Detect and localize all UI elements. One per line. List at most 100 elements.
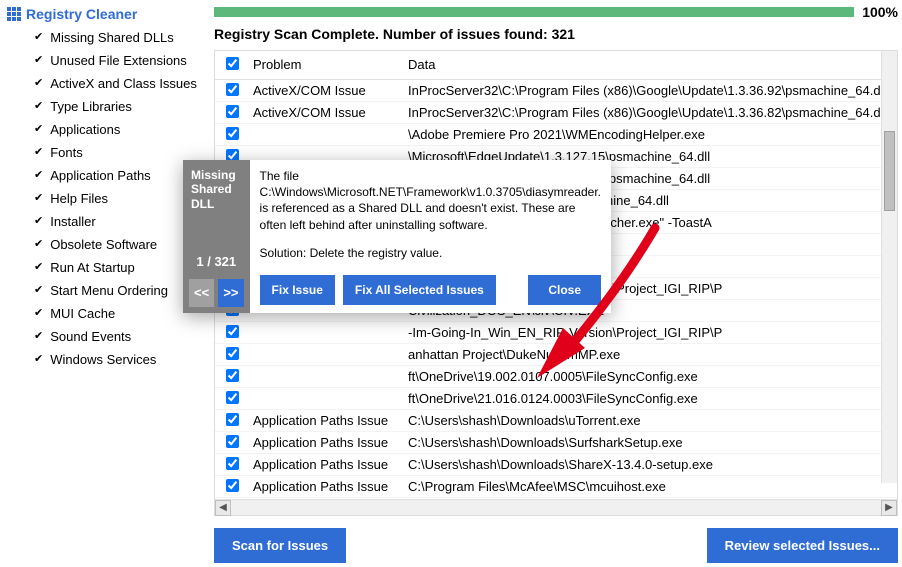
scroll-left-icon[interactable]: ◀ xyxy=(215,500,231,516)
cell-problem: ActiveX/COM Issue xyxy=(249,105,404,120)
sidebar-item-label: MUI Cache xyxy=(50,304,115,323)
cell-data: InProcServer32\C:\Program Files (x86)\Go… xyxy=(404,105,897,120)
issue-dialog: Missing Shared DLL 1 / 321 << >> The fil… xyxy=(183,160,611,313)
sidebar-item-label: Applications xyxy=(50,120,120,139)
check-icon: ✔ xyxy=(34,281,43,300)
next-button[interactable]: >> xyxy=(218,279,243,307)
row-checkbox[interactable] xyxy=(226,83,239,96)
sidebar-item[interactable]: ✔ Obsolete Software xyxy=(6,233,202,256)
table-row[interactable]: Application Paths IssueC:\Users\shash\Do… xyxy=(215,432,897,454)
row-checkbox[interactable] xyxy=(226,347,239,360)
scroll-right-icon[interactable]: ▶ xyxy=(881,500,897,516)
check-icon: ✔ xyxy=(34,327,43,346)
sidebar-item-label: ActiveX and Class Issues xyxy=(50,74,197,93)
horizontal-scrollbar[interactable]: ◀ ▶ xyxy=(215,499,897,515)
row-checkbox[interactable] xyxy=(226,435,239,448)
cell-problem: Application Paths Issue xyxy=(249,413,404,428)
sidebar-item-label: Run At Startup xyxy=(50,258,135,277)
vertical-scrollbar[interactable] xyxy=(881,51,897,483)
cell-data: -Im-Going-In_Win_EN_RIP-Version\Project_… xyxy=(404,325,897,340)
check-icon: ✔ xyxy=(34,51,43,70)
review-button[interactable]: Review selected Issues... xyxy=(707,528,898,563)
sidebar: Registry Cleaner ✔Missing Shared DLLs✔Un… xyxy=(0,0,210,567)
sidebar-item[interactable]: ✔Missing Shared DLLs xyxy=(6,26,202,49)
row-checkbox[interactable] xyxy=(226,457,239,470)
close-button[interactable]: Close xyxy=(528,275,601,305)
sidebar-item[interactable]: ✔ MUI Cache xyxy=(6,302,202,325)
sidebar-item[interactable]: ✔Type Libraries xyxy=(6,95,202,118)
table-row[interactable]: -Im-Going-In_Win_EN_RIP-Version\Project_… xyxy=(215,322,897,344)
table-row[interactable]: anhattan Project\DukeNukemMP.exe xyxy=(215,344,897,366)
cell-problem: Application Paths Issue xyxy=(249,435,404,450)
fix-issue-button[interactable]: Fix Issue xyxy=(260,275,335,305)
cell-data: C:\Program Files\McAfee\MSC\mcuihost.exe xyxy=(404,479,897,494)
check-icon: ✔ xyxy=(34,189,43,208)
cell-data: C:\Users\shash\Downloads\uTorrent.exe xyxy=(404,413,897,428)
column-data[interactable]: Data xyxy=(404,51,897,79)
sidebar-item-label: Windows Services xyxy=(50,350,156,369)
column-problem[interactable]: Problem xyxy=(249,51,404,79)
sidebar-title-text: Registry Cleaner xyxy=(26,6,137,22)
check-icon: ✔ xyxy=(34,28,43,47)
sidebar-item[interactable]: ✔ Unused File Extensions xyxy=(6,49,202,72)
select-all-checkbox[interactable] xyxy=(226,57,239,70)
scan-summary: Registry Scan Complete. Number of issues… xyxy=(214,20,898,50)
check-icon: ✔ xyxy=(34,258,43,277)
sidebar-item-label: Help Files xyxy=(50,189,108,208)
table-row[interactable]: ActiveX/COM IssueInProcServer32\C:\Progr… xyxy=(215,102,897,124)
table-row[interactable]: Application Paths IssueC:\Users\shash\Do… xyxy=(215,454,897,476)
sidebar-item-label: Unused File Extensions xyxy=(50,51,187,70)
sidebar-item-label: Start Menu Ordering xyxy=(50,281,168,300)
fix-all-button[interactable]: Fix All Selected Issues xyxy=(343,275,496,305)
row-checkbox[interactable] xyxy=(226,127,239,140)
sidebar-item-label: Installer xyxy=(50,212,96,231)
sidebar-item[interactable]: ✔ Sound Events xyxy=(6,325,202,348)
row-checkbox[interactable] xyxy=(226,369,239,382)
sidebar-item[interactable]: ✔ Applications xyxy=(6,118,202,141)
row-checkbox[interactable] xyxy=(226,391,239,404)
sidebar-item[interactable]: ✔ Help Files xyxy=(6,187,202,210)
check-icon: ✔ xyxy=(34,304,43,323)
progress-percent: 100% xyxy=(862,4,898,20)
sidebar-item[interactable]: ✔ Fonts xyxy=(6,141,202,164)
check-icon: ✔ xyxy=(34,212,43,231)
sidebar-title[interactable]: Registry Cleaner xyxy=(6,6,202,22)
table-row[interactable]: \Adobe Premiere Pro 2021\WMEncodingHelpe… xyxy=(215,124,897,146)
table-row[interactable]: Application Paths IssueC:\Program Files\… xyxy=(215,476,897,498)
check-icon: ✔ xyxy=(34,235,43,254)
sidebar-item[interactable]: ✔ Run At Startup xyxy=(6,256,202,279)
table-header: Problem Data xyxy=(215,51,897,80)
sidebar-item-label: Obsolete Software xyxy=(50,235,157,254)
sidebar-item-label: Application Paths xyxy=(50,166,150,185)
cell-data: C:\Users\shash\Downloads\SurfsharkSetup.… xyxy=(404,435,897,450)
dialog-text: The file C:\Windows\Microsoft.NET\Framew… xyxy=(260,168,601,261)
sidebar-item[interactable]: ✔ Windows Services xyxy=(6,348,202,371)
row-checkbox[interactable] xyxy=(226,325,239,338)
sidebar-item-label: Type Libraries xyxy=(50,97,132,116)
check-icon: ✔ xyxy=(34,120,43,139)
sidebar-item[interactable]: ✔ Start Menu Ordering xyxy=(6,279,202,302)
check-icon: ✔ xyxy=(34,143,43,162)
cell-problem: Application Paths Issue xyxy=(249,479,404,494)
grid-icon xyxy=(6,6,22,22)
table-row[interactable]: ft\OneDrive\19.002.0107.0005\FileSyncCon… xyxy=(215,366,897,388)
sidebar-item-label: Sound Events xyxy=(50,327,131,346)
cell-problem: Application Paths Issue xyxy=(249,457,404,472)
row-checkbox[interactable] xyxy=(226,479,239,492)
sidebar-item[interactable]: ✔ Application Paths xyxy=(6,164,202,187)
sidebar-item[interactable]: ✔ Installer xyxy=(6,210,202,233)
cell-data: ft\OneDrive\21.016.0124.0003\FileSyncCon… xyxy=(404,391,897,406)
sidebar-item-label: Fonts xyxy=(50,143,83,162)
row-checkbox[interactable] xyxy=(226,105,239,118)
table-row[interactable]: ActiveX/COM IssueInProcServer32\C:\Progr… xyxy=(215,80,897,102)
prev-button[interactable]: << xyxy=(189,279,214,307)
scan-button[interactable]: Scan for Issues xyxy=(214,528,346,563)
table-row[interactable]: ft\OneDrive\21.016.0124.0003\FileSyncCon… xyxy=(215,388,897,410)
check-icon: ✔ xyxy=(34,166,43,185)
check-icon: ✔ xyxy=(34,74,43,93)
sidebar-item[interactable]: ✔ ActiveX and Class Issues xyxy=(6,72,202,95)
cell-data: C:\Users\shash\Downloads\ShareX-13.4.0-s… xyxy=(404,457,897,472)
check-icon: ✔ xyxy=(34,350,43,369)
table-row[interactable]: Application Paths IssueC:\Users\shash\Do… xyxy=(215,410,897,432)
row-checkbox[interactable] xyxy=(226,413,239,426)
